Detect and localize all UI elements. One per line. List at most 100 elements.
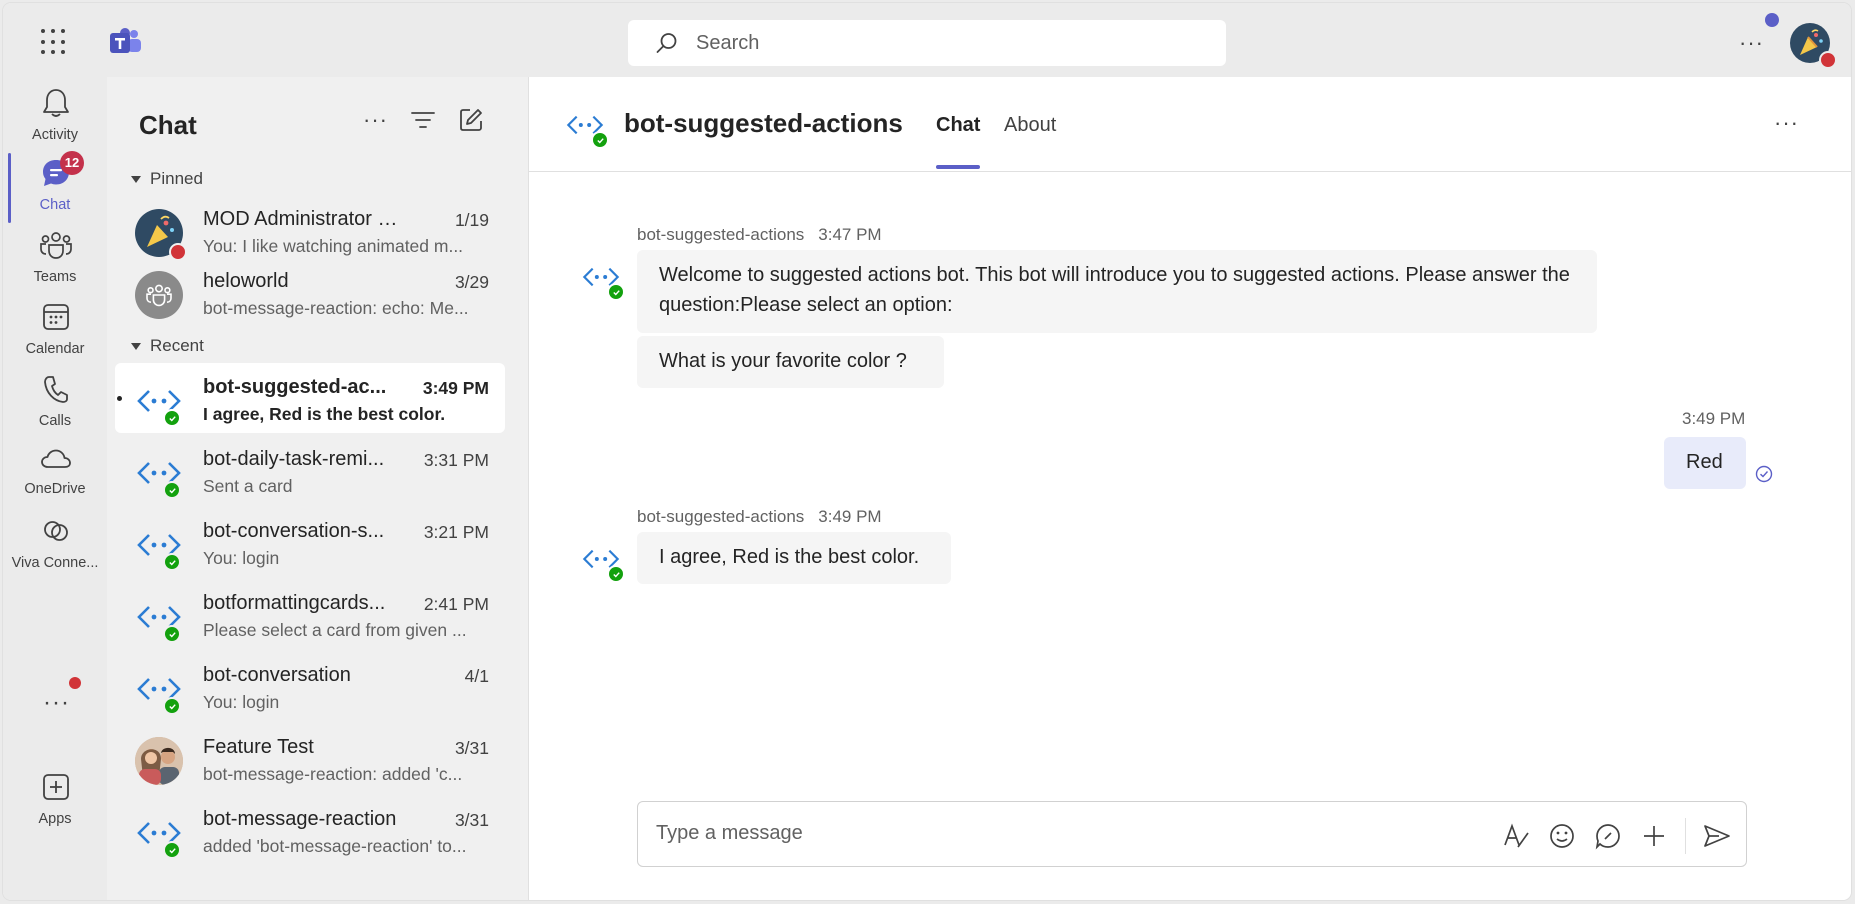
recent-section-toggle[interactable]: Recent bbox=[131, 336, 204, 356]
chat-preview: added 'bot-message-reaction' to... bbox=[203, 836, 467, 856]
list-item[interactable]: bot-suggested-ac... 3:49 PM I agree, Red… bbox=[115, 363, 505, 433]
rail-item-chat[interactable]: 12 Chat bbox=[3, 147, 107, 223]
chat-name: bot-message-reaction bbox=[203, 808, 397, 830]
more-options-icon[interactable]: ··· bbox=[363, 107, 388, 133]
search-icon bbox=[656, 33, 677, 53]
rail-item-calendar[interactable]: Calendar bbox=[3, 291, 107, 367]
tab-about[interactable]: About bbox=[1004, 114, 1056, 137]
chat-preview: Please select a card from given ... bbox=[203, 620, 467, 640]
chevron-down-icon bbox=[131, 343, 141, 351]
search-input[interactable]: Search bbox=[628, 20, 1226, 66]
format-icon[interactable] bbox=[1501, 821, 1531, 851]
tab-chat[interactable]: Chat bbox=[936, 114, 980, 137]
settings-more-icon[interactable]: ··· bbox=[1739, 30, 1764, 56]
list-item[interactable]: MOD Administrator (Y... 1/19 You: I like… bbox=[115, 195, 505, 265]
message-time: 3:49 PM bbox=[1682, 409, 1746, 428]
group-icon bbox=[146, 284, 172, 307]
available-status-icon bbox=[163, 625, 181, 643]
rail-label: Teams bbox=[33, 269, 77, 285]
chat-list-toolbar: ··· bbox=[363, 107, 484, 133]
rail-notification-dot bbox=[69, 677, 81, 689]
compose-toolbar bbox=[1501, 818, 1732, 854]
group-photo-icon bbox=[135, 737, 183, 785]
notification-dot bbox=[1765, 13, 1779, 27]
sender-name: bot-suggested-actions bbox=[637, 225, 805, 244]
chat-time: 3:49 PM bbox=[422, 378, 489, 398]
rail-item-viva-connections[interactable]: Viva Conne... bbox=[3, 505, 107, 581]
cloud-icon bbox=[41, 449, 71, 468]
avatar bbox=[135, 737, 183, 785]
rail-label: Calls bbox=[38, 413, 72, 429]
list-item[interactable]: botformattingcards... 2:41 PM Please sel… bbox=[115, 579, 505, 649]
list-item[interactable]: bot-conversation-s... 3:21 PM You: login bbox=[115, 507, 505, 577]
chat-preview: You: login bbox=[203, 548, 280, 568]
rail-item-onedrive[interactable]: OneDrive bbox=[3, 433, 107, 509]
list-item[interactable]: bot-message-reaction 3/31 added 'bot-mes… bbox=[115, 795, 505, 865]
chat-time: 3/29 bbox=[454, 272, 489, 292]
search-placeholder: Search bbox=[696, 31, 760, 54]
rail-label: Activity bbox=[32, 127, 78, 143]
bot-avatar bbox=[565, 105, 609, 149]
chat-preview: You: I like watching animated m... bbox=[203, 236, 464, 256]
send-icon[interactable] bbox=[1702, 821, 1732, 851]
calendar-icon bbox=[43, 304, 69, 330]
rail-item-teams[interactable]: Teams bbox=[3, 219, 107, 295]
chat-name: MOD Administrator (Y... bbox=[203, 208, 403, 230]
rail-label: OneDrive bbox=[24, 481, 86, 497]
list-item[interactable]: Feature Test 3/31 bot-message-reaction: … bbox=[115, 723, 505, 793]
more-apps-icon[interactable]: ··· bbox=[43, 689, 70, 717]
chat-time: 3/31 bbox=[454, 738, 489, 758]
chat-name: botformattingcards... bbox=[203, 592, 386, 614]
chat-preview: You: login bbox=[203, 692, 280, 712]
app-launcher-icon[interactable] bbox=[41, 29, 67, 55]
message-compose-box[interactable]: Type a message bbox=[637, 801, 1747, 867]
divider bbox=[1685, 818, 1686, 854]
bot-avatar bbox=[581, 539, 625, 583]
teams-icon bbox=[40, 232, 72, 259]
chat-name: bot-conversation-s... bbox=[203, 520, 385, 542]
seen-check-icon bbox=[1755, 465, 1773, 483]
section-label: Recent bbox=[150, 336, 204, 355]
chat-time: 1/19 bbox=[454, 210, 489, 230]
unread-dot bbox=[117, 396, 122, 401]
bot-avatar bbox=[581, 257, 625, 301]
chat-time: 2:41 PM bbox=[423, 594, 489, 614]
list-item[interactable]: bot-daily-task-remi... 3:31 PM Sent a ca… bbox=[115, 435, 505, 505]
sender-name: bot-suggested-actions bbox=[637, 507, 805, 526]
conversation-title: bot-suggested-actions bbox=[624, 108, 903, 138]
rail-item-apps[interactable]: Apps bbox=[3, 761, 107, 837]
available-status-icon bbox=[607, 565, 625, 583]
chat-name: heloworld bbox=[203, 270, 289, 292]
loop-component-icon[interactable] bbox=[1593, 821, 1623, 851]
rail-label: Chat bbox=[39, 197, 71, 213]
new-chat-icon[interactable] bbox=[458, 107, 484, 133]
message-bubble: I agree, Red is the best color. bbox=[637, 532, 951, 584]
rail-item-calls[interactable]: Calls bbox=[3, 363, 107, 439]
compose-placeholder: Type a message bbox=[656, 822, 803, 844]
message-bubble: What is your favorite color ? bbox=[637, 336, 944, 388]
list-item[interactable]: bot-conversation 4/1 You: login bbox=[115, 651, 505, 721]
add-icon[interactable] bbox=[1639, 821, 1669, 851]
filter-icon[interactable] bbox=[410, 109, 436, 131]
message-time: 3:47 PM bbox=[818, 225, 882, 244]
chevron-down-icon bbox=[131, 176, 141, 184]
rail-item-activity[interactable]: Activity bbox=[3, 77, 107, 153]
bell-icon bbox=[43, 89, 69, 117]
available-status-icon bbox=[163, 481, 181, 499]
rail-label: Viva Conne... bbox=[11, 555, 99, 571]
more-options-icon[interactable]: ··· bbox=[1774, 110, 1799, 136]
busy-status-icon bbox=[1819, 51, 1837, 69]
add-apps-icon bbox=[43, 774, 69, 800]
pinned-section-toggle[interactable]: Pinned bbox=[131, 169, 203, 189]
avatar bbox=[135, 271, 183, 319]
list-item[interactable]: heloworld 3/29 bot-message-reaction: ech… bbox=[115, 257, 505, 327]
chat-name: bot-conversation bbox=[203, 664, 351, 686]
message-meta: bot-suggested-actions 3:49 PM bbox=[637, 507, 882, 527]
chat-preview: I agree, Red is the best color. bbox=[203, 404, 446, 424]
chat-name: bot-daily-task-remi... bbox=[203, 448, 385, 470]
emoji-icon[interactable] bbox=[1547, 821, 1577, 851]
phone-icon bbox=[44, 376, 68, 403]
chat-preview: bot-message-reaction: added 'c... bbox=[203, 764, 463, 784]
chat-time: 3/31 bbox=[454, 810, 489, 830]
teams-logo-icon bbox=[110, 28, 141, 53]
